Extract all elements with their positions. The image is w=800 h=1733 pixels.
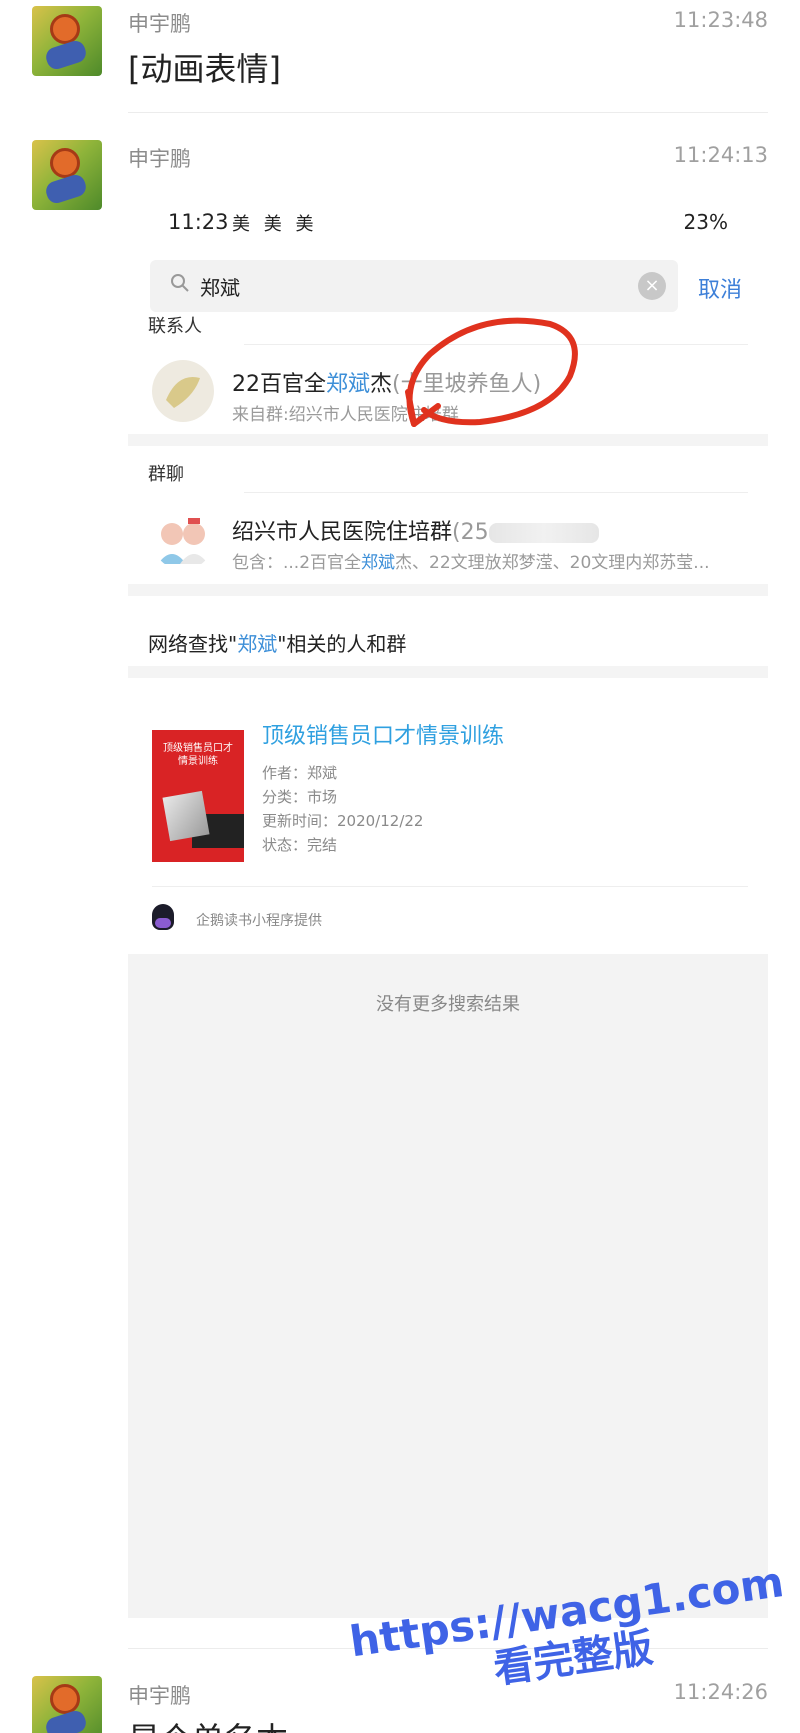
book-author: 作者：郑斌 — [262, 764, 338, 782]
row-divider — [152, 886, 748, 887]
search-bar[interactable]: 郑斌 × — [150, 260, 678, 312]
groups-section-title: 群聊 — [148, 464, 184, 485]
message-text[interactable]: 是个单名本 — [128, 1714, 288, 1733]
book-category: 分类：市场 — [262, 788, 338, 806]
search-icon — [171, 274, 189, 292]
group-members: 包含：...2百官全郑斌杰、22文理放郑梦滢、20文理内郑苏莹... — [232, 548, 710, 573]
section-gap — [128, 584, 768, 596]
sender-name: 申宇鹏 — [128, 147, 191, 171]
sender-avatar[interactable] — [32, 140, 102, 210]
book-updated: 更新时间：2020/12/22 — [262, 812, 424, 830]
group-members-highlight: 郑斌 — [361, 553, 396, 573]
network-search-prefix: 网络查找" — [148, 632, 238, 656]
contact-name-highlight: 郑斌 — [326, 372, 371, 397]
message-divider — [128, 112, 768, 113]
cancel-button[interactable]: 取消 — [698, 272, 742, 304]
sender-avatar[interactable] — [32, 6, 102, 76]
status-time: 11:23 — [168, 210, 229, 234]
phone-status-bar: 11:23 美 美 美 23% — [128, 190, 768, 260]
clear-icon[interactable]: × — [638, 272, 666, 300]
contact-avatar — [152, 360, 214, 422]
group-member-count: (25 — [452, 520, 489, 545]
network-search-highlight: 郑斌 — [237, 632, 278, 656]
section-gap — [128, 434, 768, 446]
red-annotation-circle-icon — [405, 317, 578, 427]
status-battery: 23% — [683, 210, 728, 234]
book-cover: 顶级销售员口才情景训练 — [152, 730, 244, 862]
sender-name: 申宇鹏 — [128, 1684, 191, 1708]
blurred-region — [488, 523, 599, 543]
book-title[interactable]: 顶级销售员口才情景训练 — [262, 718, 504, 750]
network-search-link[interactable]: 网络查找"郑斌"相关的人和群 — [148, 628, 406, 657]
group-members-suffix: 杰、22文理放郑梦滢、20文理内郑苏莹... — [395, 553, 710, 573]
group-name-text: 绍兴市人民医院住培群 — [232, 520, 453, 545]
chat-page: 申宇鹏 11:23:48 [动画表情] 申宇鹏 11:24:13 11:23 美… — [0, 0, 800, 1733]
book-status: 状态：完结 — [262, 836, 338, 854]
row-divider — [244, 492, 748, 493]
group-name: 绍兴市人民医院住培群(25 — [232, 514, 599, 546]
network-search-suffix: "相关的人和群 — [277, 632, 407, 656]
penguin-icon — [152, 904, 174, 930]
search-input[interactable]: 郑斌 — [200, 272, 240, 301]
group-members-prefix: 包含：...2百官全 — [232, 553, 362, 573]
status-app-icons: 美 美 美 — [232, 214, 318, 235]
contact-name-suffix: 杰 — [370, 372, 393, 397]
book-cover-title: 顶级销售员口才情景训练 — [163, 743, 233, 767]
message-time: 11:24:26 — [673, 1680, 768, 1704]
contact-name-prefix: 22百官全 — [232, 372, 326, 397]
message-time: 11:24:13 — [673, 143, 768, 167]
no-more-results: 没有更多搜索结果 — [376, 994, 520, 1015]
message-text[interactable]: [动画表情] — [128, 44, 281, 90]
sender-avatar[interactable] — [32, 1676, 102, 1733]
group-avatar — [152, 508, 214, 570]
provider-note: 企鹅读书小程序提供 — [196, 913, 322, 929]
message-time: 11:23:48 — [673, 8, 768, 32]
contacts-section-title: 联系人 — [148, 316, 202, 337]
screenshot-image-message[interactable]: 11:23 美 美 美 23% 郑斌 × 取消 联系人 22百官全郑斌杰(十里坡… — [128, 190, 768, 1618]
empty-results-area: 没有更多搜索结果 — [128, 954, 768, 1618]
section-gap — [128, 666, 768, 678]
sender-name: 申宇鹏 — [128, 12, 191, 36]
